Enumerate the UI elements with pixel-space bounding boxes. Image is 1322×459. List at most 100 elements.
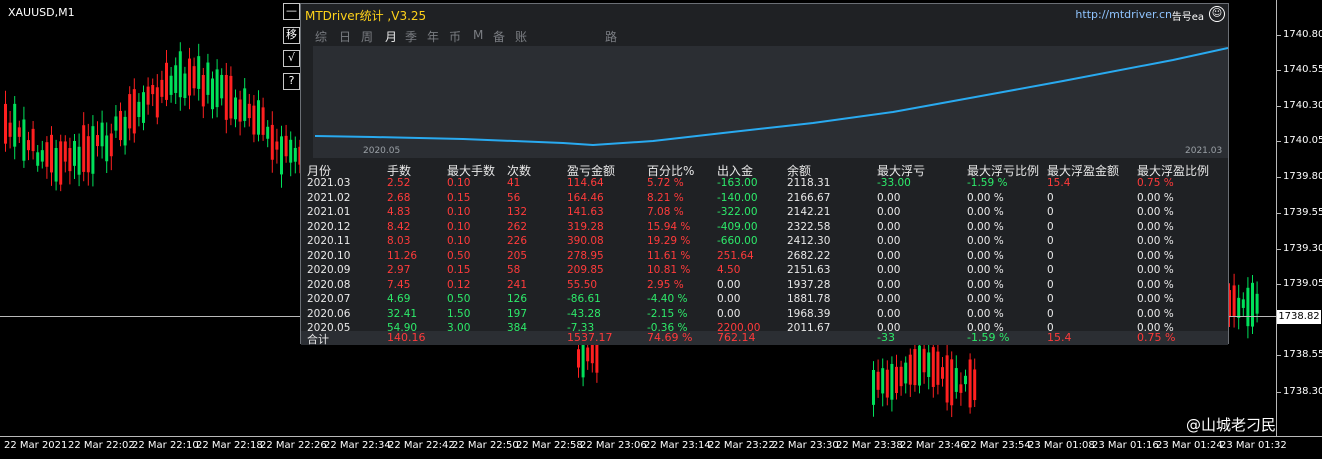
monthly-stats-table: 月份 手数 最大手数 次数 盈亏金额 百分比% 出入金 余额 最大浮亏 最大浮亏比例 最大浮盈金额最… [307,162,1227,337]
move-button[interactable]: 移 [283,27,300,44]
tab-0[interactable]: 综 [315,28,327,45]
close-icon[interactable]: ☺ [1209,6,1225,22]
candle-body [4,103,7,144]
candle-body [151,85,155,95]
table-row: 2021.01 4.83 0.10 132 141.63 7.08 % -322.00 214… [307,206,1227,221]
candle-body [1255,293,1259,314]
table-cell: 1968.39 [787,307,831,320]
tab-8[interactable]: 备 [493,28,505,45]
table-cell: 55.50 [567,278,598,291]
table-cell: 7.45 [387,278,411,291]
website-link[interactable]: http://mtdriver.cn [1075,8,1172,21]
help-button[interactable]: ? [283,73,300,90]
table-cell: 251.64 [717,249,754,262]
table-row: 2020.09 2.97 0.15 58 209.85 10.81 % 4.50 2151.6… [307,264,1227,279]
candle-body [252,105,256,135]
table-cell: 0.00 % [1137,264,1174,276]
time-tick: 22 Mar 22:42 [388,440,455,451]
table-cell: 0 [1047,278,1054,291]
table-cell: 2021.02 [307,191,351,204]
candle-body [50,134,53,173]
table-cell: 164.46 [567,191,604,204]
tab-4[interactable]: 季 [405,28,417,45]
tab-1[interactable]: 日 [339,28,351,45]
candle-body [590,342,594,364]
table-cell: -409.00 [717,220,758,233]
table-cell: 1937.28 [787,278,831,291]
candle-body [895,366,898,393]
candle-body [973,369,977,401]
tab-3[interactable]: 月 [385,28,397,45]
candle-body [922,348,926,373]
candle-body [890,363,894,400]
candle-body [119,110,122,141]
time-tick: 22 Mar 22:50 [452,440,519,451]
table-cell: 0 [1047,293,1054,305]
candle-body [77,146,81,175]
price-axis[interactable]: 1740.80 1740.55 1740.30 1740.05 1739.80 1739.… [1276,0,1322,436]
table-cell: 0.10 [447,235,471,247]
time-tick: 22 Mar 23:06 [580,440,647,451]
table-cell: 319.28 [567,220,604,233]
table-row: 2021.02 2.68 0.15 56 164.46 8.21 % -140.00 2166… [307,192,1227,207]
time-axis[interactable]: 22 Mar 2021 22 Mar 22:02 22 Mar 22:10 22 Ma… [0,436,1322,459]
table-cell: 5.72 % [647,177,684,189]
table-cell: 2021.03 [307,177,351,189]
price-tick: 1739.80 [1276,171,1322,182]
table-cell: 1.50 [447,307,471,320]
tab-5[interactable]: 年 [427,28,439,45]
table-cell: 11.61 % [647,249,691,262]
table-cell: 0 [1047,206,1054,218]
panel-extra-label: 告号ea [1171,12,1204,23]
table-cell: 10.81 % [647,264,691,276]
minimize-button[interactable]: — [283,3,300,20]
table-cell: 141.63 [567,206,604,218]
candle-body [577,349,580,368]
totals-row: 合计 140.16 1537.17 74.69 % 762.14 -33 -1.… [301,331,1228,346]
tab-2[interactable]: 周 [361,28,373,45]
table-cell: 11.26 [387,249,418,262]
table-cell: 0.10 [447,177,471,189]
tab-6[interactable]: 币 [449,28,461,45]
table-cell: 58 [507,264,521,276]
candle-body [146,86,150,105]
price-tick: 1738.55 [1276,349,1322,360]
table-cell: 0 [1047,235,1054,247]
table-cell: 2020.12 [307,220,351,233]
time-tick: 22 Mar 2021 [4,440,68,451]
table-cell: 0.00 [877,206,901,218]
watermark-text: @山城老刁民 [1186,416,1276,434]
candle-body [1237,297,1241,318]
candle-body [137,101,141,118]
time-tick: 23 Mar 01:24 [1156,440,1223,451]
table-cell: 0.00 [877,220,901,233]
table-cell: 0.00 [877,249,901,262]
price-tick: 1739.05 [1276,278,1322,289]
table-cell: 205 [507,249,528,262]
candle-body [238,99,242,122]
table-cell: 0.50 [447,293,471,305]
time-tick: 23 Mar 01:16 [1092,440,1159,451]
table-cell: 2021.01 [307,206,351,218]
confirm-button[interactable]: √ [283,50,300,67]
time-tick: 23 Mar 01:32 [1220,440,1287,451]
table-cell: 4.69 [387,293,411,305]
table-cell: 2020.08 [307,278,351,291]
time-tick: 22 Mar 22:34 [324,440,391,451]
candle-body [22,119,26,161]
tab-7[interactable]: M [473,28,483,42]
table-cell: 209.85 [567,264,604,276]
table-cell: 0.00 % [967,191,1004,204]
candle-body [36,152,40,166]
candle-body [270,124,274,160]
candle-body [899,366,903,387]
table-cell: 0.00 % [1137,206,1174,218]
candle-body [908,354,912,385]
time-tick: 22 Mar 23:54 [964,440,1031,451]
table-row: 2021.03 2.52 0.10 41 114.64 5.72 % -163.00 2118… [307,177,1227,192]
candle-body [91,126,95,174]
candle-body [155,87,159,118]
table-cell: 0.00 % [1137,220,1174,233]
graph-end-label: 2021.03 [1185,146,1223,156]
candle-body [293,147,297,162]
